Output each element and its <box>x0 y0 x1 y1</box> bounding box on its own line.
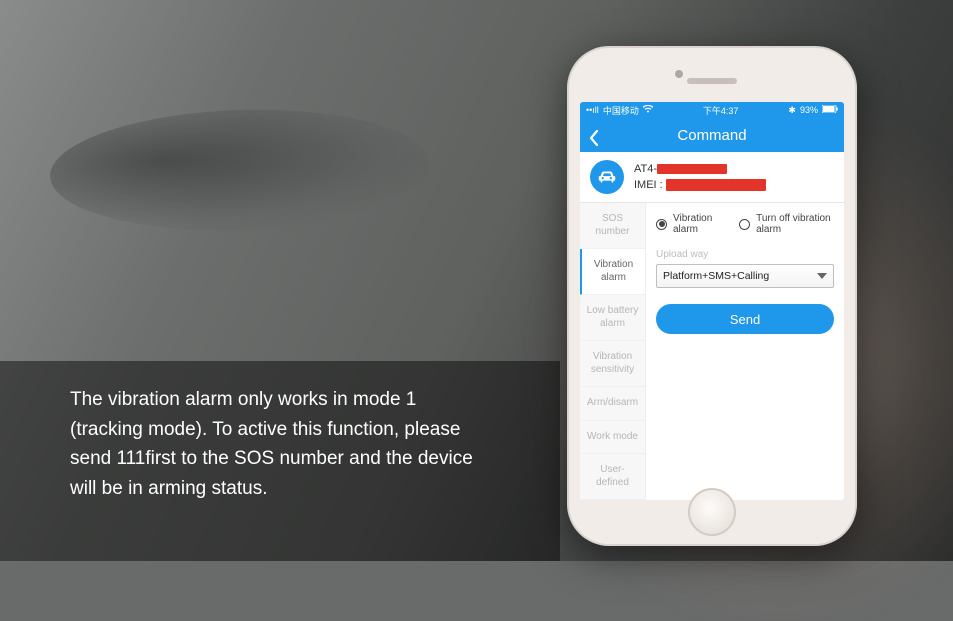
caption-text: The vibration alarm only works in mode 1… <box>70 385 490 503</box>
nav-title: Command <box>677 127 746 144</box>
tab-vibration-sensitivity[interactable]: Vibration sensitivity <box>580 341 645 387</box>
radio-vibration-off[interactable] <box>739 219 750 230</box>
carrier-label: 中国移动 <box>603 104 639 117</box>
upload-way-label: Upload way <box>656 249 834 260</box>
imei-label: IMEI : <box>634 179 663 191</box>
side-tabs: SOS number Vibration alarm Low battery a… <box>580 203 646 500</box>
tab-vibration-alarm[interactable]: Vibration alarm <box>580 249 645 295</box>
phone-camera <box>675 70 683 78</box>
phone-frame: ••ıll 中国移动 下午4:37 ✱ 93% Command <box>567 46 857 546</box>
device-name-prefix: AT4- <box>634 163 657 175</box>
content-area: SOS number Vibration alarm Low battery a… <box>580 203 844 500</box>
battery-label: 93% <box>800 105 818 115</box>
back-button[interactable] <box>588 129 600 141</box>
device-header: AT4- IMEI : <box>580 152 844 203</box>
nav-bar: Command <box>580 118 844 152</box>
tab-user-defined[interactable]: User-defined <box>580 454 645 500</box>
battery-icon <box>822 105 838 115</box>
status-time: 下午4:37 <box>703 104 739 117</box>
tab-work-mode[interactable]: Work mode <box>580 421 645 455</box>
tab-sos-number[interactable]: SOS number <box>580 203 645 249</box>
signal-icon: ••ıll <box>586 105 599 115</box>
send-button[interactable]: Send <box>656 304 834 334</box>
device-car-icon <box>590 160 624 194</box>
settings-pane: Vibration alarm Turn off vibration alarm… <box>646 203 844 500</box>
wifi-icon <box>643 105 653 115</box>
chevron-down-icon <box>817 273 827 279</box>
tab-arm-disarm[interactable]: Arm/disarm <box>580 387 645 421</box>
home-button[interactable] <box>688 488 736 536</box>
radio-group: Vibration alarm Turn off vibration alarm <box>656 213 834 235</box>
send-button-label: Send <box>730 312 760 327</box>
tab-low-battery-alarm[interactable]: Low battery alarm <box>580 295 645 341</box>
device-name-redacted <box>657 164 727 174</box>
radio-vibration-on-label: Vibration alarm <box>673 213 724 235</box>
bluetooth-icon: ✱ <box>788 105 796 116</box>
upload-way-select[interactable]: Platform+SMS+Calling <box>656 264 834 288</box>
radio-vibration-on[interactable] <box>656 219 667 230</box>
radio-vibration-off-label: Turn off vibration alarm <box>756 213 834 235</box>
phone-screen: ••ıll 中国移动 下午4:37 ✱ 93% Command <box>580 102 844 500</box>
imei-redacted <box>666 179 766 191</box>
phone-speaker <box>687 78 737 84</box>
status-bar: ••ıll 中国移动 下午4:37 ✱ 93% <box>580 102 844 118</box>
upload-way-value: Platform+SMS+Calling <box>663 270 769 282</box>
